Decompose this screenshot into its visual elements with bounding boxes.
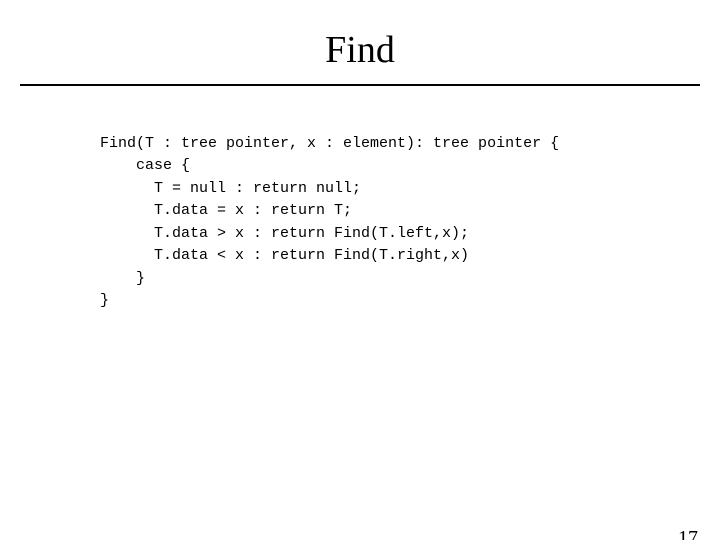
code-line: } (100, 292, 109, 309)
title-divider (20, 84, 700, 86)
code-line: T = null : return null; (100, 180, 361, 197)
code-line: T.data > x : return Find(T.left,x); (100, 225, 469, 242)
code-line: case { (100, 157, 190, 174)
code-line: T.data < x : return Find(T.right,x) (100, 247, 469, 264)
code-line: Find(T : tree pointer, x : element): tre… (100, 135, 559, 152)
page-number: 17 (678, 527, 698, 540)
code-block: Find(T : tree pointer, x : element): tre… (100, 110, 720, 313)
code-line: T.data = x : return T; (100, 202, 352, 219)
code-line: } (100, 270, 145, 287)
slide: Find Find(T : tree pointer, x : element)… (0, 28, 720, 540)
slide-title: Find (0, 28, 720, 72)
